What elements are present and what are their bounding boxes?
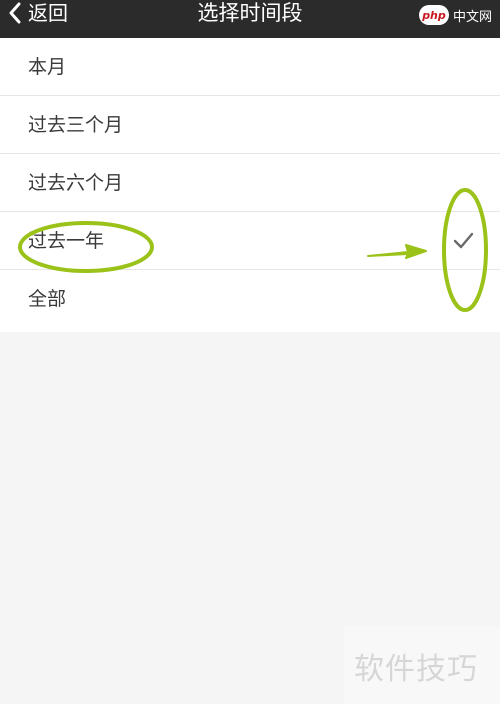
- brand-watermark: php 中文网: [418, 4, 492, 26]
- php-logo: php: [418, 5, 449, 25]
- option-past-three-months[interactable]: 过去三个月: [0, 96, 500, 154]
- time-period-list: 本月 过去三个月 过去六个月 过去一年 全部: [0, 38, 500, 332]
- option-past-year[interactable]: 过去一年: [0, 212, 500, 270]
- option-label: 过去三个月: [28, 114, 124, 136]
- option-label: 过去一年: [28, 230, 105, 252]
- checkmark-icon: [453, 232, 474, 249]
- option-this-month[interactable]: 本月: [0, 38, 500, 96]
- watermark-text: 软件技巧: [354, 652, 478, 687]
- brand-text: 中文网: [452, 9, 492, 25]
- option-label: 全部: [28, 288, 67, 310]
- option-past-six-months[interactable]: 过去六个月: [0, 154, 500, 212]
- option-label: 过去六个月: [28, 172, 124, 194]
- option-all[interactable]: 全部: [0, 270, 500, 332]
- option-label: 本月: [28, 56, 67, 78]
- navigation-bar: 返回 选择时间段 php 中文网: [0, 0, 500, 38]
